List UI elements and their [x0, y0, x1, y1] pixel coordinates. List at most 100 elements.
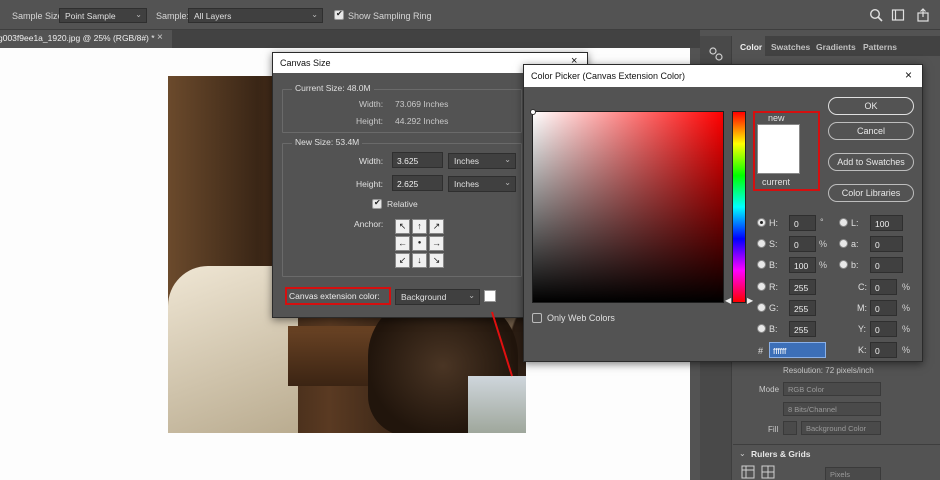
green-input[interactable]: 255 [789, 300, 816, 316]
tab-color[interactable]: Color [740, 42, 762, 52]
mode-value: RGB Color [788, 385, 825, 394]
search-icon[interactable] [869, 8, 883, 22]
color-picker-title-bar[interactable]: Color Picker (Canvas Extension Color) [524, 65, 922, 87]
color-field[interactable] [532, 111, 724, 303]
resolution-text: Resolution: 72 pixels/inch [783, 366, 874, 375]
blue-input[interactable]: 255 [789, 321, 816, 337]
anchor-center[interactable]: ● [412, 236, 427, 251]
close-icon[interactable]: × [905, 68, 912, 82]
extension-color-dropdown[interactable]: Background ⌄ [395, 289, 480, 305]
a-radio[interactable] [839, 239, 848, 248]
red-input[interactable]: 255 [789, 279, 816, 295]
relative-checkbox[interactable] [372, 198, 382, 209]
magenta-input[interactable]: 0 [870, 300, 897, 316]
cancel-button[interactable]: Cancel [828, 122, 914, 140]
brightness-input[interactable]: 100 [789, 257, 816, 273]
sample-size-dropdown[interactable]: Point Sample ⌄ [59, 8, 147, 23]
height-unit-dropdown[interactable]: Inches ⌄ [448, 176, 516, 192]
anchor-label: Anchor: [354, 219, 384, 229]
close-tab-icon[interactable]: × [157, 32, 163, 43]
hue-radio[interactable] [757, 218, 766, 227]
hue-slider-right-arrow[interactable]: ▶ [747, 296, 753, 305]
yellow-input[interactable]: 0 [870, 321, 897, 337]
ok-button[interactable]: OK [828, 97, 914, 115]
extension-color-swatch[interactable] [484, 290, 496, 302]
color-field-marker[interactable] [530, 109, 536, 115]
green-radio[interactable] [757, 303, 766, 312]
brightness-radio[interactable] [757, 260, 766, 269]
cyan-value: 0 [875, 283, 880, 293]
yellow-label: Y: [858, 324, 867, 334]
color-libraries-button[interactable]: Color Libraries [828, 184, 914, 202]
only-web-colors-checkbox[interactable] [532, 313, 542, 323]
chevron-down-icon: ⌄ [504, 155, 511, 164]
rulers-grids-header[interactable]: Rulers & Grids [751, 449, 811, 459]
new-height-input[interactable]: 2.625 [392, 175, 443, 191]
anchor-bottom[interactable]: ↓ [412, 253, 427, 268]
anchor-top-right[interactable]: ↗ [429, 219, 444, 234]
anchor-right[interactable]: → [429, 236, 444, 251]
current-width-label: Width: [359, 99, 384, 109]
hex-input[interactable]: ffffff [769, 342, 826, 358]
hue-label: H: [769, 218, 778, 228]
show-sampling-ring-checkbox[interactable] [334, 9, 344, 20]
anchor-bottom-right[interactable]: ↘ [429, 253, 444, 268]
lightness-radio[interactable] [839, 218, 848, 227]
blue-radio[interactable] [757, 324, 766, 333]
b-lab-value: 0 [875, 261, 880, 271]
width-unit-dropdown[interactable]: Inches ⌄ [448, 153, 516, 169]
red-radio[interactable] [757, 282, 766, 291]
a-value: 0 [875, 240, 880, 250]
ruler-icon[interactable] [741, 465, 755, 479]
saturation-radio[interactable] [757, 239, 766, 248]
fill-swatch[interactable] [783, 421, 797, 435]
chevron-down-icon: ⌄ [468, 291, 475, 300]
options-bar: Sample Size: Point Sample ⌄ Sample: All … [0, 0, 940, 30]
grid-icon[interactable] [761, 465, 775, 479]
show-sampling-ring-label: Show Sampling Ring [348, 11, 432, 21]
hue-slider[interactable] [732, 111, 746, 303]
lightness-input[interactable]: 100 [870, 215, 903, 231]
tab-patterns[interactable]: Patterns [863, 42, 897, 52]
hue-input[interactable]: 0 [789, 215, 816, 231]
sample-dropdown[interactable]: All Layers ⌄ [188, 8, 323, 23]
tab-gradients[interactable]: Gradients [816, 42, 856, 52]
saturation-value: 0 [794, 240, 799, 250]
new-width-input[interactable]: 3.625 [392, 152, 443, 168]
adjustments-icon[interactable] [708, 46, 724, 62]
tab-swatches[interactable]: Swatches [771, 42, 810, 52]
b-radio[interactable] [839, 260, 848, 269]
chevron-down-icon: ⌄ [311, 10, 318, 19]
hue-unit: ° [820, 217, 824, 227]
bit-depth-dropdown[interactable]: 8 Bits/Channel [783, 402, 881, 416]
anchor-top-left[interactable]: ↖ [395, 219, 410, 234]
hue-slider-left-arrow[interactable]: ◀ [725, 296, 731, 305]
sample-label: Sample: [156, 11, 190, 21]
saturation-input[interactable]: 0 [789, 236, 816, 252]
cyan-input[interactable]: 0 [870, 279, 897, 295]
black-input[interactable]: 0 [870, 342, 897, 358]
fill-dropdown[interactable]: Background Color [801, 421, 881, 435]
color-picker-title: Color Picker (Canvas Extension Color) [531, 71, 686, 81]
add-to-swatches-button[interactable]: Add to Swatches [828, 153, 914, 171]
rulers-unit-dropdown[interactable]: Pixels [825, 467, 881, 480]
height-unit-value: Inches [454, 179, 480, 189]
extension-color-value: Background [401, 292, 447, 302]
share-icon[interactable] [916, 8, 930, 22]
mode-dropdown[interactable]: RGB Color [783, 382, 881, 396]
saturation-label: S: [769, 239, 778, 249]
a-input[interactable]: 0 [870, 236, 903, 252]
chevron-down-icon[interactable]: ⌄ [739, 449, 746, 458]
width-unit-value: Inches [454, 156, 480, 166]
hue-value: 0 [794, 219, 799, 229]
new-height-label: Height: [356, 179, 383, 189]
panel-divider [733, 444, 940, 445]
b-lab-input[interactable]: 0 [870, 257, 903, 273]
anchor-left[interactable]: ← [395, 236, 410, 251]
black-unit: % [902, 345, 911, 355]
mode-label: Mode [759, 385, 780, 394]
document-tab[interactable]: g003f9ee1a_1920.jpg @ 25% (RGB/8#) * [0, 30, 172, 48]
workspace-icon[interactable] [891, 8, 905, 22]
anchor-top[interactable]: ↑ [412, 219, 427, 234]
anchor-bottom-left[interactable]: ↙ [395, 253, 410, 268]
